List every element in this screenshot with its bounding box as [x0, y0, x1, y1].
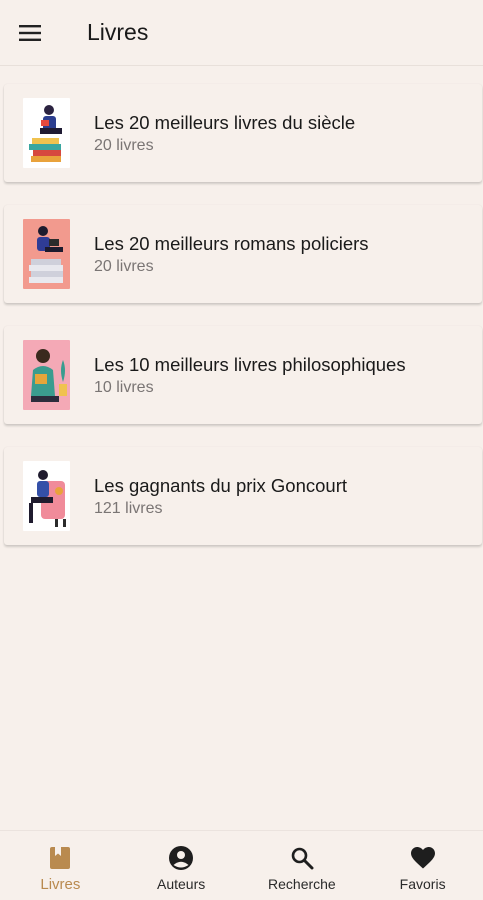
page-title: Livres — [87, 19, 149, 45]
list-item[interactable]: Les 20 meilleurs romans policiers 20 liv… — [4, 205, 482, 303]
list-title: Les 20 meilleurs romans policiers — [94, 233, 369, 254]
account-circle-icon — [167, 844, 195, 872]
list-count: 20 livres — [94, 258, 154, 275]
nav-favoris[interactable]: Favoris — [362, 831, 483, 900]
nav-livres[interactable]: Livres — [0, 831, 121, 900]
list-title: Les gagnants du prix Goncourt — [94, 475, 347, 496]
list-count: 121 livres — [94, 500, 163, 517]
list-item[interactable]: Les 20 meilleurs livres du siècle 20 liv… — [4, 84, 482, 182]
list-count: 10 livres — [94, 379, 154, 396]
nav-auteurs[interactable]: Auteurs — [121, 831, 242, 900]
list-count: 20 livres — [94, 137, 154, 154]
book-icon — [46, 844, 74, 872]
menu-button[interactable] — [0, 0, 62, 66]
nav-label: Livres — [40, 876, 81, 893]
bottom-navigation: Livres Auteurs Recherche Favoris — [0, 830, 483, 900]
list-title: Les 10 meilleurs livres philosophiques — [94, 354, 406, 375]
list-illustration — [23, 219, 70, 289]
app-bar: Livres — [0, 0, 483, 66]
nav-label: Recherche — [268, 876, 336, 892]
heart-icon — [409, 844, 437, 872]
nav-label: Auteurs — [157, 876, 206, 892]
list-item[interactable]: Les gagnants du prix Goncourt 121 livres — [4, 447, 482, 545]
nav-label: Favoris — [399, 876, 446, 892]
list-title: Les 20 meilleurs livres du siècle — [94, 112, 356, 133]
list-illustration — [23, 340, 70, 410]
nav-recherche[interactable]: Recherche — [242, 831, 363, 900]
list-illustration — [23, 461, 70, 531]
hamburger-menu-icon — [19, 24, 41, 41]
list-item[interactable]: Les 10 meilleurs livres philosophiques 1… — [4, 326, 482, 424]
search-icon — [288, 844, 316, 872]
list-illustration — [23, 98, 70, 168]
